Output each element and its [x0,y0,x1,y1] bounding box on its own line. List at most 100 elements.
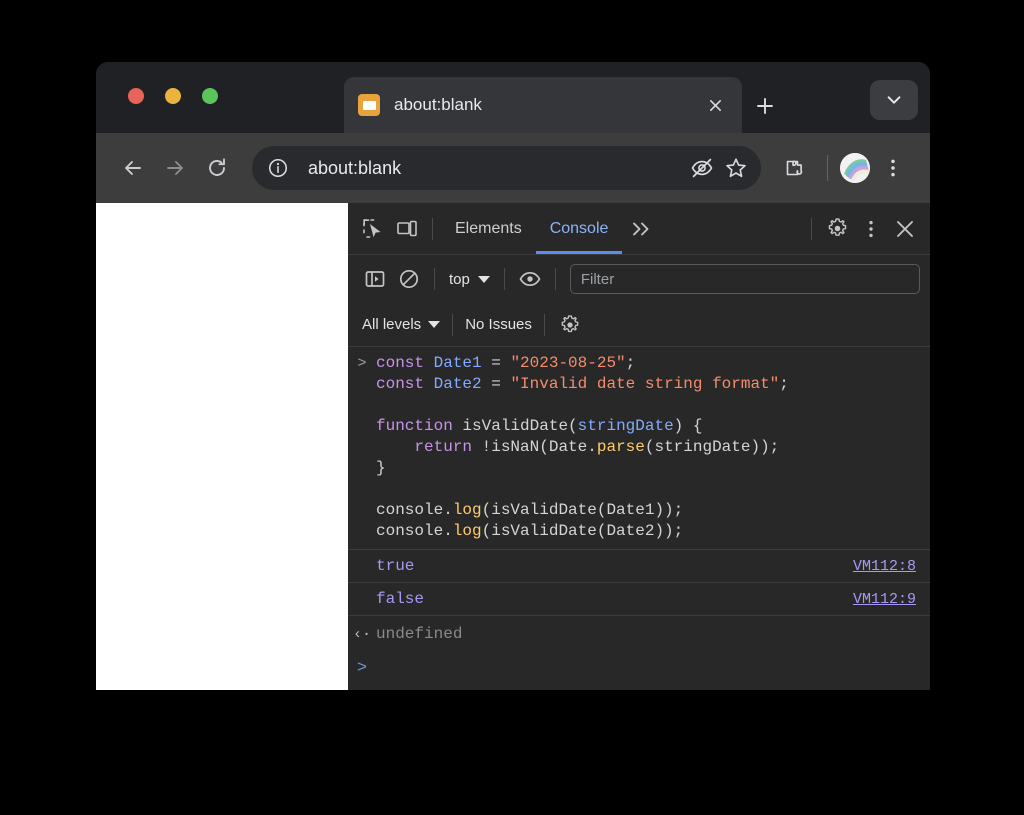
close-window-button[interactable] [128,88,144,104]
window-controls [128,88,218,104]
console-message-source-link[interactable]: VM112:9 [853,591,916,608]
code-token: ; [779,375,789,393]
console-toolbar: top [348,255,930,303]
console-prompt-line[interactable]: > [348,649,930,686]
toolbar-divider [452,313,454,336]
execution-context-selector[interactable]: top [443,271,496,288]
code-token: const [376,375,434,393]
hide-password-icon[interactable] [685,151,719,185]
browser-window: about:blank about:blank Elements Console… [96,62,930,690]
devtools-panel: Elements Console top Filter All levels N… [348,203,930,690]
console-output[interactable]: > const Date1 = "2023-08-25"; const Date2… [348,347,930,690]
tab-elements[interactable]: Elements [441,203,536,254]
devtools-settings-gear-icon[interactable] [820,214,854,244]
code-token: (isValidDate(Date1)); [481,501,684,519]
toolbar-right-actions [773,147,914,189]
back-button[interactable] [112,147,154,189]
code-token: ) { [673,417,703,435]
chevron-down-icon [477,275,490,283]
console-sidebar-icon[interactable] [358,264,392,294]
code-token: const [376,354,434,372]
browser-menu-button[interactable] [872,147,914,189]
bookmark-star-icon[interactable] [719,151,753,185]
issues-status[interactable]: No Issues [461,316,536,333]
page-viewport [96,203,348,690]
forward-button[interactable] [154,147,196,189]
toolbar-divider [503,268,505,290]
inspect-element-icon[interactable] [356,214,390,244]
console-settings-gear-icon[interactable] [553,310,587,340]
code-token: ( [568,417,578,435]
tab-title: about:blank [394,95,482,114]
toolbar-divider [827,155,828,181]
devtools-kebab-menu-icon[interactable] [854,214,888,244]
close-tab-button[interactable] [702,92,728,118]
toolbar-divider [434,268,435,290]
code-token: return [414,438,482,456]
live-expression-eye-icon[interactable] [513,264,547,294]
code-token: Date2 [433,375,482,393]
console-filter-input[interactable] [569,264,920,294]
toolbar-divider [432,217,433,240]
code-token: ; [625,354,636,372]
code-token: parse [596,438,645,456]
address-bar[interactable]: about:blank [252,146,761,190]
code-token: !isNaN(Date. [481,438,597,456]
toolbar-divider [543,313,545,336]
console-message-row: true VM112:8 [348,549,930,583]
extensions-icon[interactable] [773,147,815,189]
code-token: "Invalid date string format" [510,375,780,393]
code-token: console. [376,501,453,519]
code-line: function isValidDate(stringDate) { [376,416,916,437]
clear-console-icon[interactable] [392,264,426,294]
screenshot-root: about:blank about:blank Elements Console… [0,0,1024,815]
content-area: Elements Console top Filter All levels N… [96,203,930,690]
prompt-chevron-icon: > [357,355,367,372]
more-panels-icon[interactable] [622,220,662,238]
code-token: console. [376,522,453,540]
console-levels-bar: All levels No Issues [348,303,930,347]
browser-tab[interactable]: about:blank [344,77,742,133]
device-toolbar-icon[interactable] [390,214,424,244]
console-source-code: const Date1 = "2023-08-25"; const Date2 =… [376,353,930,542]
log-levels-label: All levels [362,316,422,333]
console-message-source-link[interactable]: VM112:8 [853,558,916,575]
devtools-toolbar: Elements Console [348,203,930,255]
code-token: stringDate [577,417,674,435]
zoom-window-button[interactable] [202,88,218,104]
tab-search-button[interactable] [870,80,918,120]
site-info-icon[interactable] [262,152,294,184]
code-token: (stringDate)); [644,438,780,456]
code-token: = [481,354,511,372]
execution-context-label: top [449,270,470,288]
reload-button[interactable] [196,147,238,189]
log-levels-dropdown[interactable]: All levels [358,316,444,333]
code-token: log [452,501,482,519]
code-line: const Date1 = "2023-08-25"; [376,353,916,374]
tab-console[interactable]: Console [536,203,623,254]
minimize-window-button[interactable] [165,88,181,104]
code-line: return !isNaN(Date.parse(stringDate)); [376,437,916,458]
code-line: console.log(isValidDate(Date2)); [376,521,916,542]
code-token: log [452,522,482,540]
console-input-entry: > const Date1 = "2023-08-25"; const Date2… [348,347,930,550]
console-result-entry: ‹· undefined [348,616,930,649]
tab-strip: about:blank [96,62,930,133]
close-devtools-icon[interactable] [888,214,922,244]
code-line: } [376,458,916,479]
result-arrow-icon: ‹· [352,626,371,643]
code-token: "2023-08-25" [510,354,626,372]
code-token: = [481,375,511,393]
console-messages: true VM112:8 false VM112:9 [348,549,930,616]
console-message-value: false [376,590,425,608]
console-result-value: undefined [376,624,463,643]
address-bar-url: about:blank [308,157,402,178]
toolbar-divider [811,217,812,240]
code-token: function [376,417,463,435]
profile-avatar[interactable] [840,153,870,183]
new-tab-button[interactable] [751,92,779,120]
code-token: isValidDate [462,417,569,435]
